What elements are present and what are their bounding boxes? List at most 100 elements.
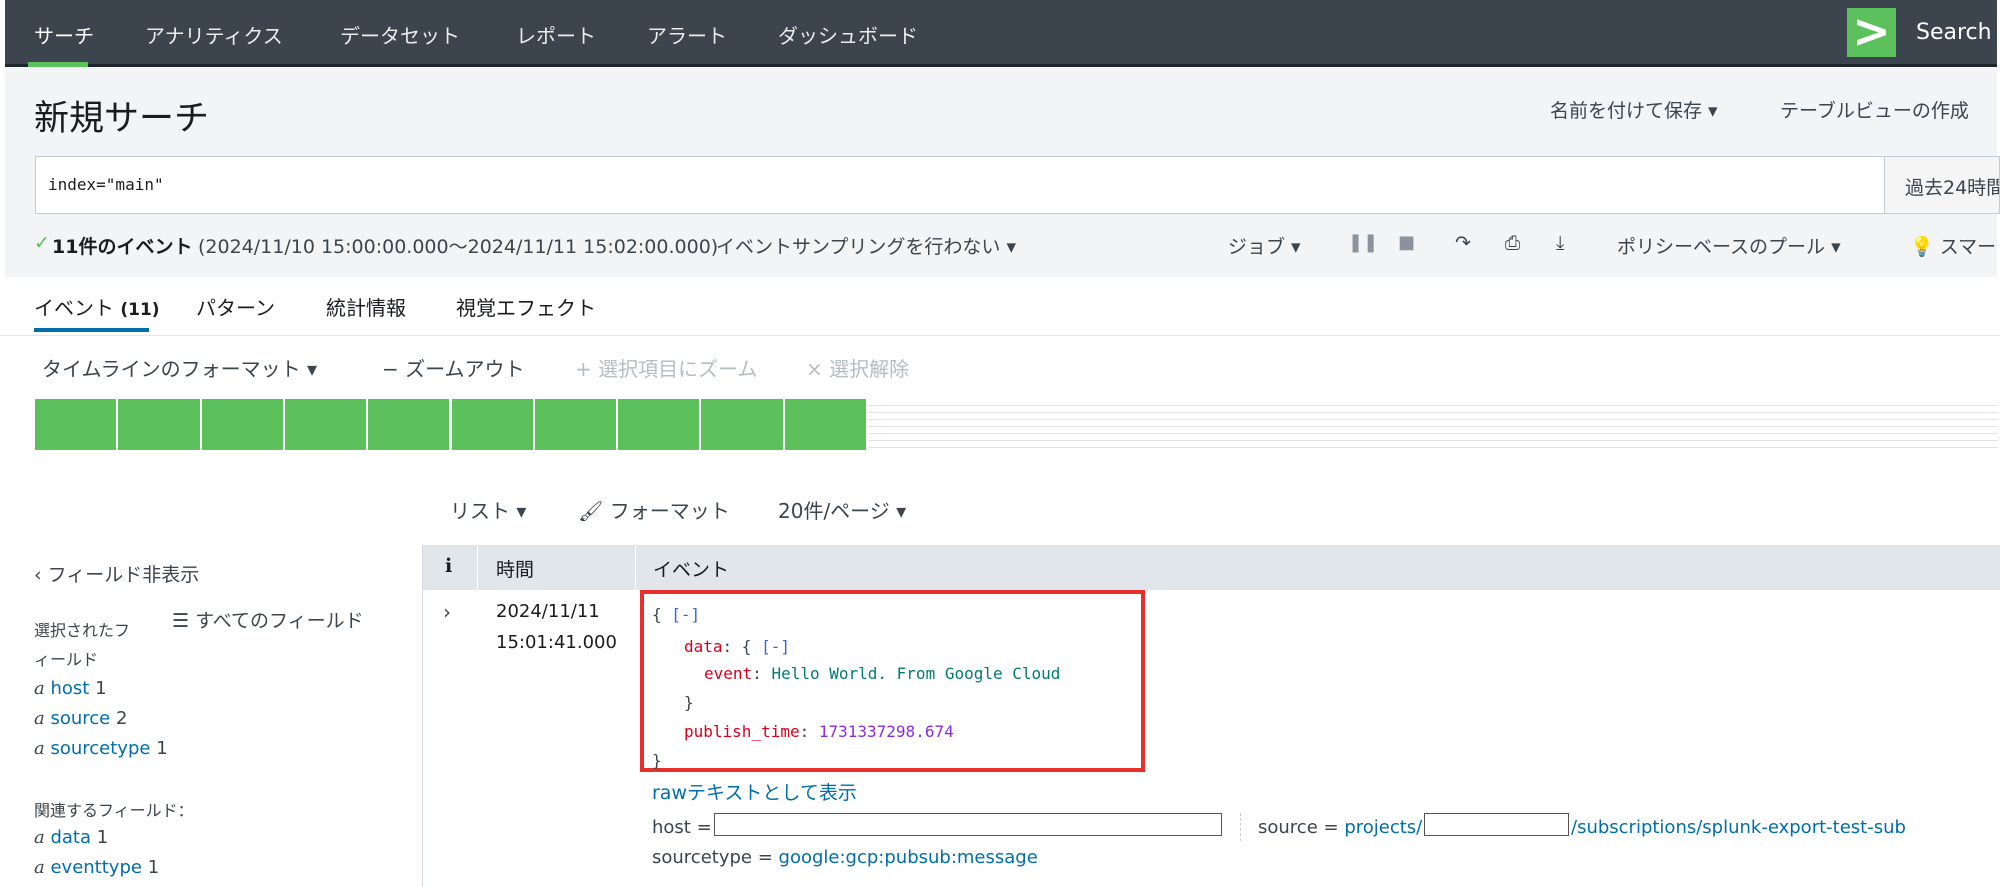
event-time: 15:01:41.000: [496, 632, 617, 653]
field-type: a: [34, 857, 45, 878]
zoom-out-button[interactable]: − ズームアウト: [382, 353, 525, 382]
json-value-event[interactable]: Hello World. From Google Cloud: [771, 664, 1060, 683]
timeline-empty-area: [868, 399, 1998, 450]
redacted-host: [714, 813, 1222, 836]
column-divider: [635, 545, 636, 590]
field-item[interactable]: a data 1: [34, 827, 108, 848]
tab-visualization[interactable]: 視覚エフェクト: [456, 292, 596, 321]
brush-icon: 🖌: [578, 499, 604, 523]
tab-events-count: (11): [120, 300, 160, 320]
pause-icon[interactable]: ❚❚: [1348, 232, 1378, 253]
timeline-bar[interactable]: [201, 399, 285, 450]
field-name: host: [50, 678, 90, 699]
field-type: a: [34, 827, 45, 848]
stop-icon[interactable]: ■: [1398, 232, 1415, 253]
list-view-dropdown[interactable]: リスト ▾: [450, 495, 526, 524]
host-label: host =: [652, 817, 712, 838]
share-icon[interactable]: ↷: [1455, 232, 1471, 254]
deselect-button[interactable]: × 選択解除: [806, 353, 909, 382]
json-line: data: { [-]: [684, 637, 790, 656]
timeline-bar[interactable]: [784, 399, 868, 450]
bulb-icon: 💡: [1910, 236, 1934, 258]
column-info: i: [445, 555, 453, 577]
field-name: sourcetype: [50, 738, 151, 759]
field-name: eventtype: [50, 857, 142, 878]
app-logo-icon[interactable]: >: [1847, 8, 1896, 57]
hide-fields-button[interactable]: ‹ フィールド非表示: [34, 560, 199, 587]
field-type: a: [34, 708, 45, 729]
column-event[interactable]: イベント: [653, 555, 729, 582]
timeline-bar[interactable]: [35, 399, 119, 450]
collapse-toggle[interactable]: [-]: [761, 637, 790, 656]
per-page-dropdown[interactable]: 20件/ページ ▾: [778, 495, 906, 524]
divider: [1240, 813, 1241, 841]
event-count: 11件のイベント: [52, 236, 193, 258]
nav-search[interactable]: サーチ: [34, 20, 94, 49]
collapse-toggle[interactable]: [-]: [671, 605, 700, 624]
smart-mode-dropdown[interactable]: 💡 スマー: [1910, 232, 1996, 259]
hide-fields-label: フィールド非表示: [47, 564, 200, 586]
tab-events[interactable]: イベント (11): [34, 292, 160, 321]
nav-analytics[interactable]: アナリティクス: [145, 20, 283, 49]
redacted-project: [1424, 813, 1569, 836]
field-count: 2: [115, 708, 128, 729]
sourcetype-value[interactable]: google:gcp:pubsub:message: [779, 847, 1038, 868]
tab-statistics[interactable]: 統計情報: [326, 292, 406, 321]
field-item[interactable]: a source 2: [34, 708, 127, 729]
search-input[interactable]: index="main": [35, 156, 1885, 214]
json-key-publish-time[interactable]: publish_time: [684, 722, 800, 741]
sourcetype-field: sourcetype = google:gcp:pubsub:message: [652, 847, 1038, 868]
smart-mode-label: スマー: [1939, 236, 1997, 258]
source-label: source =: [1258, 817, 1339, 838]
field-item[interactable]: a eventtype 1: [34, 857, 159, 878]
timeline-bar[interactable]: [368, 399, 452, 450]
create-table-view-button[interactable]: テーブルビューの作成: [1780, 96, 1969, 123]
timeline-bar[interactable]: [534, 399, 619, 450]
json-key-data[interactable]: data: [684, 637, 723, 656]
sourcetype-label: sourcetype =: [652, 847, 773, 868]
save-as-button[interactable]: 名前を付けて保存 ▾: [1550, 96, 1718, 123]
related-fields-label: 関連するフィールド：: [34, 801, 194, 820]
time-range-text: (2024/11/10 15:00:00.000〜2024/11/11 15:0…: [198, 236, 719, 258]
json-key-event[interactable]: event: [704, 664, 752, 683]
tab-events-label: イベント: [34, 296, 114, 320]
timeline-bar[interactable]: [118, 399, 202, 450]
json-line: }: [684, 693, 694, 712]
timeline-format-dropdown[interactable]: タイムラインのフォーマット ▾: [42, 353, 317, 382]
tab-patterns[interactable]: パターン: [196, 292, 275, 321]
timeline-bar[interactable]: [451, 399, 535, 450]
source-value-suffix[interactable]: /subscriptions/splunk-export-test-sub: [1571, 817, 1906, 838]
timeline-bar[interactable]: [618, 399, 702, 450]
app-name[interactable]: Search: [1916, 20, 1992, 45]
field-count: 1: [156, 738, 168, 759]
format-button[interactable]: 🖌 フォーマット: [578, 495, 730, 524]
show-raw-text-link[interactable]: rawテキストとして表示: [652, 778, 857, 805]
json-line: }: [652, 751, 662, 770]
column-divider: [477, 545, 478, 590]
source-value-prefix[interactable]: projects/: [1344, 817, 1422, 838]
export-icon[interactable]: ⤓: [1556, 232, 1564, 254]
field-type: a: [34, 678, 45, 699]
json-value-publish-time[interactable]: 1731337298.674: [819, 722, 954, 741]
time-range-picker[interactable]: 過去24時間: [1884, 156, 2000, 214]
job-dropdown[interactable]: ジョブ ▾: [1228, 232, 1301, 259]
host-field: host =: [652, 817, 712, 838]
format-label: フォーマット: [609, 499, 730, 523]
nav-reports[interactable]: レポート: [516, 20, 596, 49]
timeline-bar[interactable]: [284, 399, 369, 450]
field-item[interactable]: a sourcetype 1: [34, 738, 168, 759]
all-fields-button[interactable]: ☰ すべてのフィールド: [172, 606, 364, 633]
column-time[interactable]: 時間: [496, 555, 534, 582]
field-name: data: [50, 827, 92, 848]
print-icon[interactable]: ⎙: [1505, 232, 1520, 254]
nav-datasets[interactable]: データセット: [340, 20, 460, 49]
timeline-bar[interactable]: [701, 399, 785, 450]
nav-dashboards[interactable]: ダッシュボード: [778, 20, 918, 49]
nav-alerts[interactable]: アラート: [647, 20, 727, 49]
pool-dropdown[interactable]: ポリシーベースのプール ▾: [1617, 232, 1841, 259]
field-item[interactable]: a host 1: [34, 678, 107, 699]
sampling-dropdown[interactable]: イベントサンプリングを行わない ▾: [716, 232, 1016, 259]
all-fields-label: すべてのフィールド: [195, 610, 364, 632]
zoom-to-selection-button[interactable]: + 選択項目にズーム: [575, 353, 758, 382]
expand-row-icon[interactable]: ›: [443, 600, 451, 624]
